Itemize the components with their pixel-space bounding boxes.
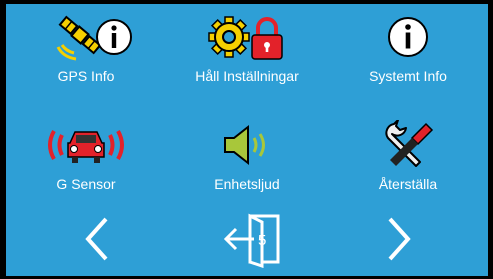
chevron-left-icon [85, 217, 108, 261]
exit-button[interactable]: 5 [220, 210, 286, 269]
g-sensor-button[interactable]: G Sensor [6, 112, 166, 222]
menu-screen: GPS Info Håll Inställningar Systemt Info… [6, 4, 488, 276]
tools-reset-icon [328, 120, 488, 170]
previous-page-button[interactable] [78, 213, 118, 265]
chevron-right-icon [388, 217, 411, 261]
next-page-button[interactable] [378, 213, 418, 265]
speaker-icon [167, 120, 327, 170]
gear-lock-icon [167, 12, 327, 62]
gps-satellite-info-icon [6, 12, 166, 62]
lock-settings-label: Håll Inställningar [195, 68, 299, 84]
lock-settings-button[interactable]: Håll Inställningar [167, 4, 327, 114]
exit-door-icon [223, 213, 280, 269]
reset-button[interactable]: Återställa [328, 112, 488, 222]
car-sensor-icon [6, 120, 166, 170]
page-number: 5 [258, 232, 267, 249]
gps-info-button[interactable]: GPS Info [6, 4, 166, 114]
g-sensor-label: G Sensor [56, 176, 116, 192]
gps-info-label: GPS Info [57, 68, 115, 84]
system-info-label: Systemt Info [369, 68, 447, 84]
device-sound-label: Enhetsljud [214, 176, 280, 192]
info-icon [328, 12, 488, 62]
system-info-button[interactable]: Systemt Info [328, 4, 488, 114]
device-sound-button[interactable]: Enhetsljud [167, 112, 327, 222]
reset-label: Återställa [378, 176, 438, 192]
